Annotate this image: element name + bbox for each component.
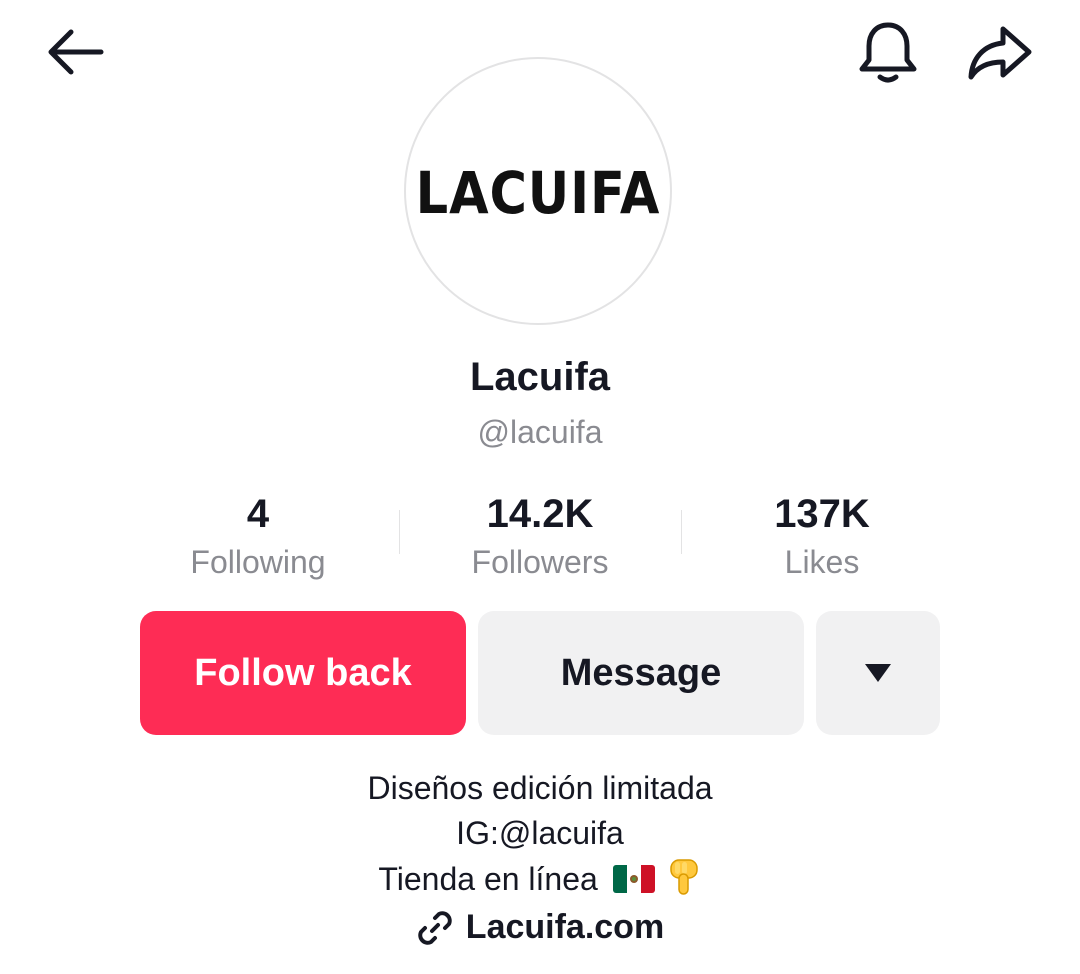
likes-label: Likes — [784, 544, 860, 580]
back-button[interactable] — [38, 22, 110, 82]
stat-likes[interactable]: 137K Likes — [681, 490, 963, 586]
arrow-left-icon — [48, 29, 104, 75]
profile-bio: Diseños edición limitada IG:@lacuifa Tie… — [0, 766, 1080, 902]
stat-following[interactable]: 4 Following — [117, 490, 399, 586]
bio-line-2[interactable]: IG:@lacuifa — [0, 811, 1080, 856]
share-button[interactable] — [962, 18, 1038, 86]
likes-count: 137K — [774, 492, 870, 536]
profile-display-name: Lacuifa — [469, 355, 611, 399]
stat-followers[interactable]: 14.2K Followers — [399, 490, 681, 586]
notifications-button[interactable] — [852, 18, 924, 86]
more-options-button[interactable] — [816, 611, 940, 735]
bio-line-3: Tienda en línea — [378, 861, 598, 897]
follow-back-button[interactable]: Follow back — [140, 611, 466, 735]
bell-icon — [859, 22, 917, 83]
profile-username: @lacuifa — [477, 414, 603, 450]
profile-stats: 4 Following 14.2K Followers 137K Likes — [117, 490, 963, 586]
followers-count: 14.2K — [486, 492, 594, 536]
caret-down-icon — [865, 664, 891, 682]
bio-line-1: Diseños edición limitada — [367, 770, 713, 806]
mexico-flag-icon — [612, 865, 655, 893]
message-button[interactable]: Message — [478, 611, 804, 735]
bio-line-3-wrap: Tienda en línea — [0, 856, 1080, 902]
followers-label: Followers — [471, 544, 609, 580]
avatar-logo: LACUIFA — [415, 159, 661, 227]
website-label: Lacuifa.com — [465, 908, 665, 946]
link-icon — [418, 910, 452, 945]
website-link[interactable]: Lacuifa.com — [0, 908, 1080, 947]
following-count: 4 — [246, 492, 270, 536]
following-label: Following — [190, 544, 326, 580]
share-arrow-icon — [968, 26, 1032, 80]
profile-avatar[interactable]: LACUIFA — [404, 57, 672, 325]
pointing-down-hand-icon — [669, 859, 698, 895]
